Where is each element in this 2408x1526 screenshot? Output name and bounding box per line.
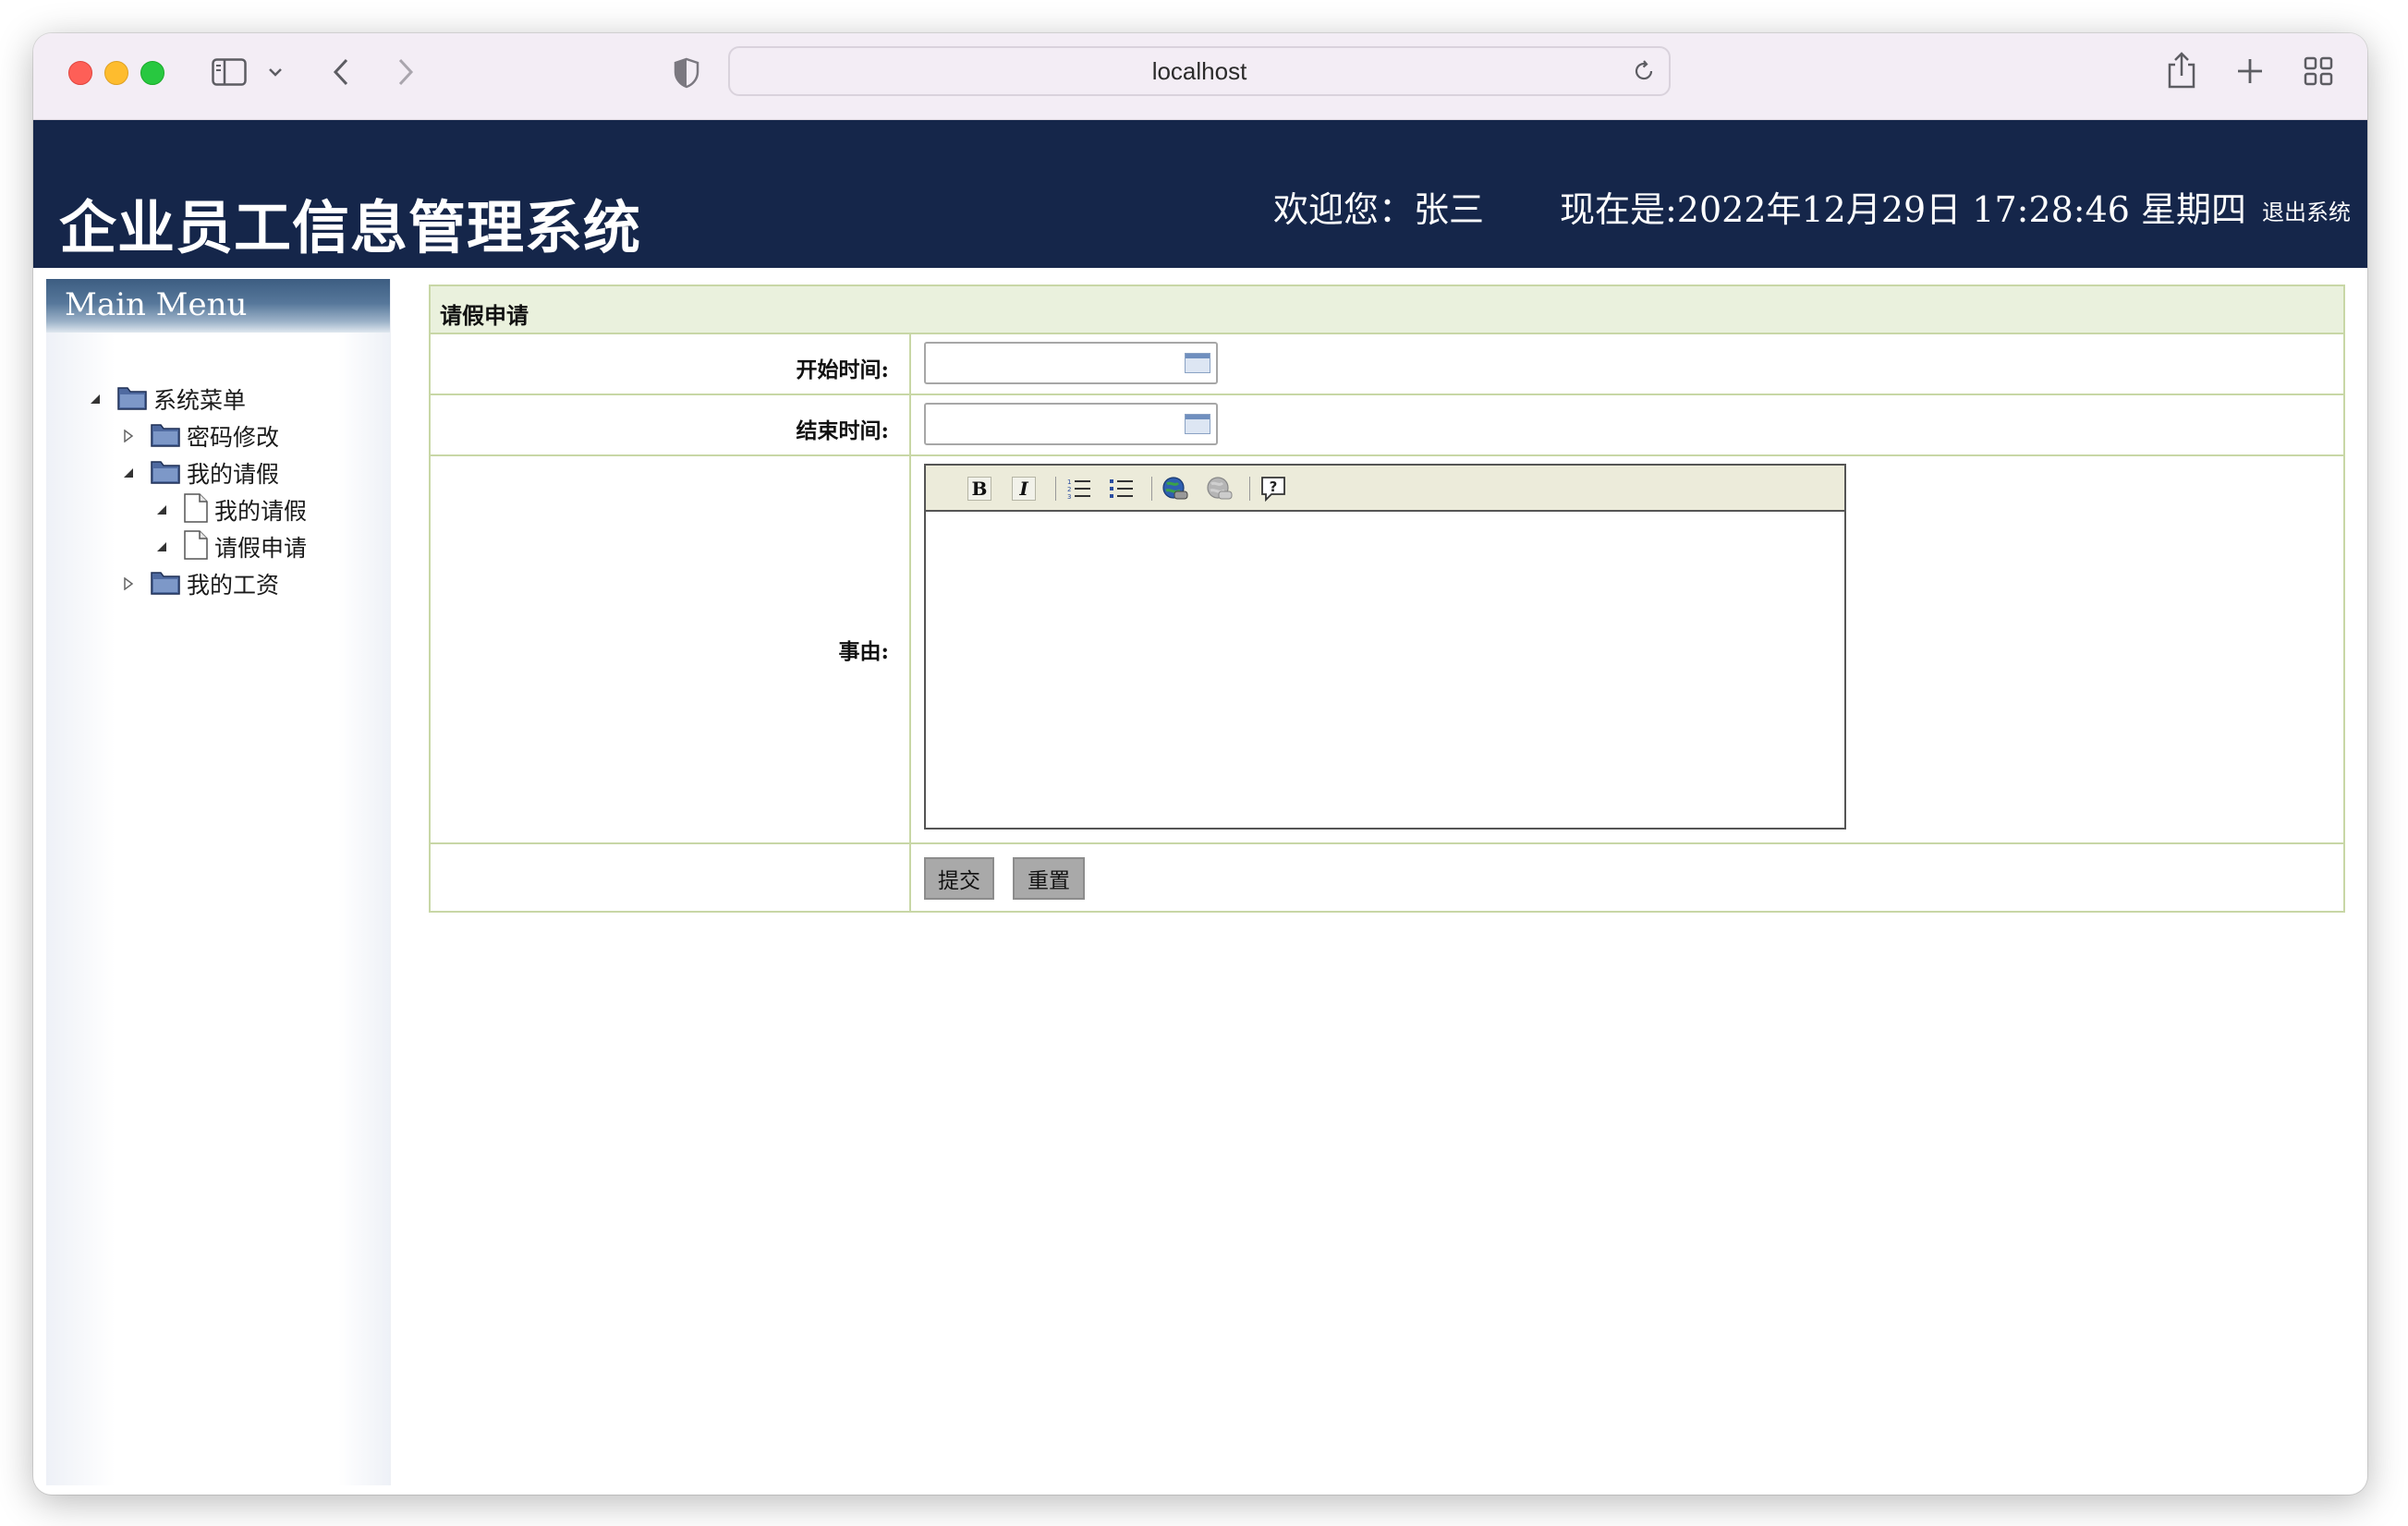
tree-item-system-menu[interactable]: 系统菜单 bbox=[87, 382, 246, 416]
leave-form: 请假申请 开始时间: 结束时间: 事由: B I 1 2 3 ? 提交 重置 bbox=[429, 285, 2345, 913]
submit-button[interactable]: 提交 bbox=[924, 857, 994, 900]
start-time-input[interactable] bbox=[924, 342, 1218, 384]
svg-text:B: B bbox=[972, 478, 988, 500]
svg-text:1: 1 bbox=[1067, 478, 1071, 486]
main-menu-header: Main Menu bbox=[46, 279, 390, 333]
expanded-arrow-icon[interactable] bbox=[120, 465, 137, 481]
browser-toolbar: localhost bbox=[33, 33, 2367, 120]
calendar-icon[interactable] bbox=[1185, 414, 1210, 434]
tab-overview-icon[interactable] bbox=[2303, 55, 2334, 87]
tree-item-label: 密码修改 bbox=[187, 424, 280, 451]
folder-icon bbox=[116, 383, 148, 415]
form-title: 请假申请 bbox=[440, 302, 529, 329]
share-icon[interactable] bbox=[2166, 50, 2197, 91]
italic-icon[interactable]: I bbox=[1009, 475, 1039, 503]
minimize-window-button[interactable] bbox=[104, 61, 128, 85]
url-text: localhost bbox=[1151, 57, 1247, 85]
file-icon bbox=[183, 493, 209, 527]
site-header: 企业员工信息管理系统 欢迎您：张三 现在是:2022年12月29日 17:28:… bbox=[33, 120, 2367, 268]
end-time-label: 结束时间: bbox=[796, 418, 890, 443]
shield-icon[interactable] bbox=[671, 55, 702, 91]
form-title-row: 请假申请 bbox=[431, 286, 2343, 334]
collapsed-arrow-icon[interactable] bbox=[120, 428, 137, 444]
help-icon[interactable]: ? bbox=[1259, 475, 1288, 503]
start-time-label-cell: 开始时间: bbox=[431, 334, 911, 394]
expanded-arrow-icon[interactable] bbox=[87, 391, 103, 407]
logout-link[interactable]: 退出系统 bbox=[2262, 194, 2351, 226]
address-bar[interactable]: localhost bbox=[728, 46, 1671, 96]
reload-icon[interactable] bbox=[1632, 59, 1656, 83]
leaf-arrow-icon bbox=[153, 539, 170, 555]
editor-toolbar: B I 123 ? bbox=[926, 466, 1844, 512]
svg-text:3: 3 bbox=[1067, 493, 1071, 501]
tree-item-my-salary[interactable]: 我的工资 bbox=[120, 567, 279, 600]
folder-icon bbox=[150, 568, 181, 600]
main-menu-title: Main Menu bbox=[65, 286, 248, 323]
collapsed-arrow-icon[interactable] bbox=[120, 575, 137, 592]
reason-row: 事由: B I 123 ? bbox=[431, 456, 2343, 844]
reason-label-cell: 事由: bbox=[431, 456, 911, 842]
tree-item-my-leave[interactable]: 我的请假 bbox=[153, 493, 307, 527]
leaf-arrow-icon bbox=[153, 502, 170, 518]
end-time-row: 结束时间: bbox=[431, 395, 2343, 456]
tree-item-label: 请假申请 bbox=[214, 535, 308, 562]
toolbar-separator bbox=[1055, 477, 1056, 501]
tree-item-leave-apply[interactable]: 请假申请 bbox=[153, 530, 307, 563]
remove-link-icon[interactable] bbox=[1205, 475, 1234, 503]
tree-item-my-leave-folder[interactable]: 我的请假 bbox=[120, 456, 279, 490]
ordered-list-icon[interactable]: 123 bbox=[1064, 475, 1094, 503]
reason-label: 事由: bbox=[838, 639, 890, 664]
calendar-icon[interactable] bbox=[1185, 353, 1210, 373]
tree-item-label: 系统菜单 bbox=[153, 387, 247, 414]
close-window-button[interactable] bbox=[68, 61, 92, 85]
end-time-label-cell: 结束时间: bbox=[431, 395, 911, 454]
toolbar-separator bbox=[1151, 477, 1152, 501]
new-tab-icon[interactable] bbox=[2234, 55, 2266, 87]
insert-link-icon[interactable] bbox=[1161, 475, 1190, 503]
file-icon bbox=[183, 530, 209, 563]
forward-icon[interactable] bbox=[392, 55, 420, 89]
end-time-input[interactable] bbox=[924, 403, 1218, 445]
tree-item-label: 我的工资 bbox=[187, 572, 280, 599]
reason-rich-text-editor: B I 123 ? bbox=[924, 464, 1846, 830]
back-icon[interactable] bbox=[327, 55, 355, 89]
editor-text-area[interactable] bbox=[926, 512, 1844, 828]
tree-item-label: 我的请假 bbox=[187, 461, 280, 488]
reset-button[interactable]: 重置 bbox=[1013, 857, 1085, 900]
toolbar-separator bbox=[1249, 477, 1250, 501]
tree-item-label: 我的请假 bbox=[214, 498, 308, 525]
start-time-row: 开始时间: bbox=[431, 334, 2343, 395]
svg-text:2: 2 bbox=[1067, 486, 1071, 493]
folder-icon bbox=[150, 457, 181, 489]
bold-icon[interactable]: B bbox=[965, 475, 994, 503]
current-datetime: 现在是:2022年12月29日 17:28:46 星期四 bbox=[1560, 189, 2247, 230]
svg-text:I: I bbox=[1018, 478, 1028, 500]
folder-icon bbox=[150, 420, 181, 452]
actions-label-cell bbox=[431, 844, 911, 911]
start-time-label: 开始时间: bbox=[796, 357, 890, 382]
unordered-list-icon[interactable] bbox=[1107, 475, 1137, 503]
browser-window: localhost 企业员工信息管理系统 欢迎您：张三 现在是:2022年12月… bbox=[33, 33, 2367, 1495]
tree-item-password-change[interactable]: 密码修改 bbox=[120, 419, 279, 453]
form-actions-row: 提交 重置 bbox=[431, 844, 2343, 911]
svg-text:?: ? bbox=[1270, 478, 1278, 495]
zoom-window-button[interactable] bbox=[140, 61, 164, 85]
sidebar: Main Menu 系统菜单 密码修改 我的请假 我的请假 请假申请 我的工资 bbox=[46, 279, 391, 1485]
site-title: 企业员工信息管理系统 bbox=[59, 194, 642, 261]
chevron-down-icon[interactable] bbox=[266, 63, 285, 81]
sidebar-toggle-icon[interactable] bbox=[211, 57, 248, 87]
welcome-text: 欢迎您：张三 bbox=[1273, 189, 1485, 230]
